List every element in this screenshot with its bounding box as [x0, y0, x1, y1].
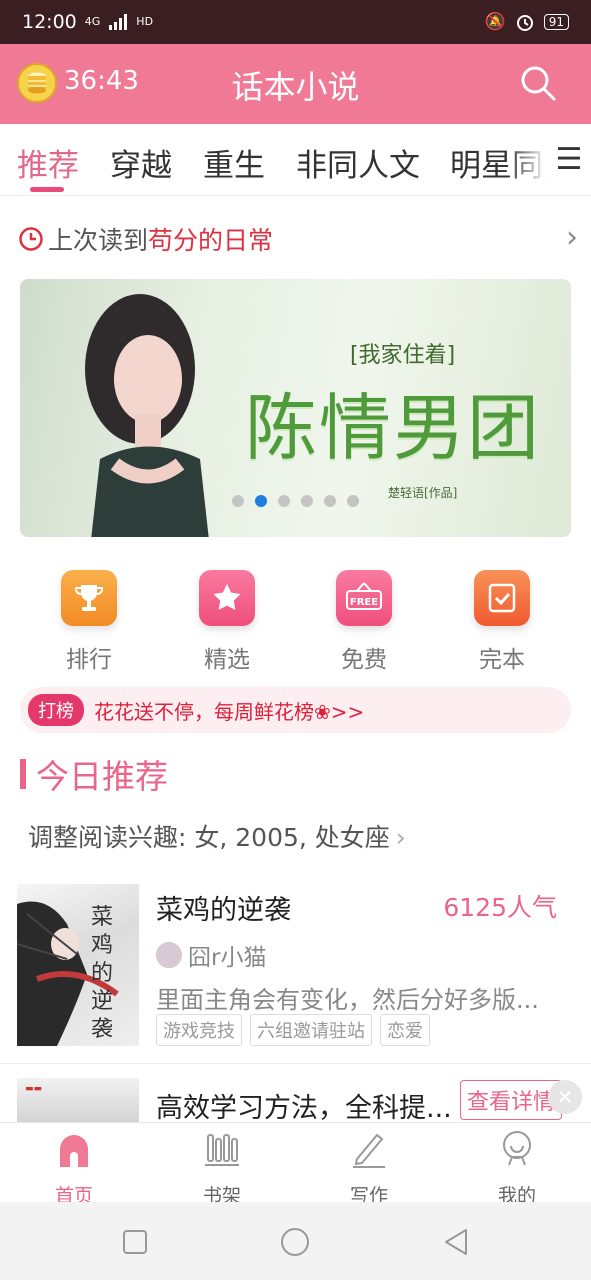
author-avatar [156, 942, 182, 968]
quick-nav-completed[interactable]: 完本 [442, 570, 562, 674]
hd-badge: HD [136, 15, 154, 28]
book-cover[interactable]: 菜鸡的逆袭 [17, 884, 139, 1046]
trophy-icon [61, 570, 117, 626]
app-title: 话本小说 [231, 68, 360, 106]
bookshelf-icon [205, 1134, 239, 1166]
carousel-dot[interactable] [324, 495, 336, 507]
signal-icon [109, 14, 128, 30]
book-tag[interactable]: 游戏竞技 [156, 1014, 242, 1046]
bottom-tab-profile[interactable]: 我的 [457, 1129, 577, 1208]
book-title[interactable]: 高效学习方法，全科提... [156, 1086, 452, 1124]
book-tag[interactable]: 恋爱 [380, 1014, 430, 1046]
carousel-dot[interactable] [301, 495, 313, 507]
book-author: 囧r小猫 [156, 938, 266, 972]
last-read-prefix: 上次读到 [48, 226, 149, 255]
quick-nav-label: 精选 [204, 647, 250, 673]
carousel-dots [232, 495, 359, 507]
flower-ranking-promo[interactable]: 打榜 花花送不停，每周鲜花榜❀>> [20, 687, 571, 733]
view-details-button[interactable]: 查看详情 [460, 1080, 563, 1120]
interest-text: 调整阅读兴趣: 女, 2005, 处女座 [28, 823, 390, 852]
tabs-menu-icon[interactable]: ☰ [547, 124, 591, 194]
network-indicator: 4G [84, 15, 101, 28]
tab-rebirth[interactable]: 重生 [203, 140, 265, 185]
carousel-dot[interactable] [232, 495, 244, 507]
svg-text:FREE: FREE [350, 597, 378, 608]
bottom-tab-write[interactable]: 写作 [309, 1129, 429, 1208]
promo-text: 花花送不停，每周鲜花榜❀>> [94, 699, 365, 724]
system-nav-bar [0, 1202, 591, 1280]
search-icon[interactable] [519, 64, 557, 102]
quick-nav-free[interactable]: FREE 免费 [304, 570, 424, 674]
banner-portrait [85, 294, 209, 537]
quick-nav-selected[interactable]: 精选 [167, 570, 287, 674]
quick-nav-ranking[interactable]: 排行 [29, 570, 149, 674]
author-name: 囧r小猫 [188, 945, 267, 971]
book-cover[interactable]: ▬▬ [17, 1078, 139, 1124]
bottom-tab-bookshelf[interactable]: 书架 [162, 1129, 282, 1208]
book-title[interactable]: 菜鸡的逆袭 [156, 888, 291, 927]
tab-time-travel[interactable]: 穿越 [110, 140, 172, 185]
app-bar: 36:43 话本小说 [0, 44, 591, 124]
close-icon[interactable]: ✕ [548, 1080, 582, 1114]
book-list-item[interactable]: ▬▬ 高效学习方法，全科提... 查看详情 ✕ [0, 1078, 591, 1124]
quick-nav-label: 完本 [479, 647, 525, 673]
tabs-fade [507, 124, 547, 194]
cover-logo: ▬▬ [25, 1084, 43, 1094]
alarm-icon [516, 15, 533, 31]
book-tags: 游戏竞技 六组邀请驻站 恋爱 [156, 1014, 430, 1046]
book-description: 里面主角会有变化，然后分好多版... [156, 986, 539, 1014]
cover-figure [17, 901, 119, 1046]
status-bar: 12:00 4G HD 🔕 91 [0, 0, 591, 44]
home-icon [60, 1135, 88, 1167]
chevron-right-icon: › [395, 823, 406, 852]
banner-title: 陈情男团 [245, 386, 542, 470]
banner-subtitle: [我家住着] [350, 343, 456, 368]
book-tag[interactable]: 六组邀请驻站 [250, 1014, 372, 1046]
divider [0, 1063, 591, 1064]
star-icon [199, 570, 255, 626]
section-header: 今日推荐 [20, 752, 168, 796]
banner-author: 楚轻语[作品] [388, 486, 458, 500]
category-tabs: 推荐 穿越 重生 非同人文 明星同人 ☰ [0, 124, 591, 196]
home-button-icon[interactable] [275, 1222, 315, 1262]
battery-indicator: 91 [543, 14, 569, 30]
quick-nav-label: 免费 [341, 647, 387, 673]
status-time: 12:00 [22, 11, 77, 33]
bottom-tab-home[interactable]: 首页 [14, 1129, 134, 1208]
back-icon[interactable] [436, 1222, 476, 1262]
book-popularity: 6125人气 [443, 893, 557, 922]
last-read-row[interactable]: 上次读到 苟分的日常 › [18, 218, 578, 260]
adjust-interest-link[interactable]: 调整阅读兴趣: 女, 2005, 处女座 › [28, 818, 406, 854]
tab-non-fanfic[interactable]: 非同人文 [296, 140, 420, 185]
mute-bell-icon: 🔕 [484, 12, 506, 32]
promo-badge: 打榜 [28, 694, 84, 726]
last-read-book[interactable]: 苟分的日常 [148, 221, 273, 257]
pencil-icon [353, 1133, 385, 1168]
book-list-item[interactable]: 菜鸡的逆袭 菜鸡的逆袭 6125人气 囧r小猫 里面主角会有变化，然后分好多版.… [0, 880, 591, 1060]
bottom-tab-bar: 首页 书架 写作 我的 [0, 1122, 591, 1207]
banner-carousel[interactable]: [我家住着] 陈情男团 楚轻语[作品] [20, 279, 571, 537]
tab-recommend[interactable]: 推荐 [17, 140, 79, 185]
recent-apps-icon[interactable] [115, 1222, 155, 1262]
profile-icon [503, 1131, 531, 1166]
section-title: 今日推荐 [36, 757, 168, 796]
free-sign-icon: FREE [336, 570, 392, 626]
check-book-icon [474, 570, 530, 626]
active-tab-indicator [30, 187, 64, 192]
carousel-dot-active[interactable] [255, 495, 267, 507]
quick-nav-label: 排行 [66, 647, 112, 673]
cover-text: 菜鸡的逆袭 [91, 905, 114, 1042]
carousel-dot[interactable] [347, 495, 359, 507]
section-accent-bar [20, 759, 26, 789]
clock-icon [19, 227, 43, 251]
chevron-right-icon: › [566, 220, 578, 255]
carousel-dot[interactable] [278, 495, 290, 507]
